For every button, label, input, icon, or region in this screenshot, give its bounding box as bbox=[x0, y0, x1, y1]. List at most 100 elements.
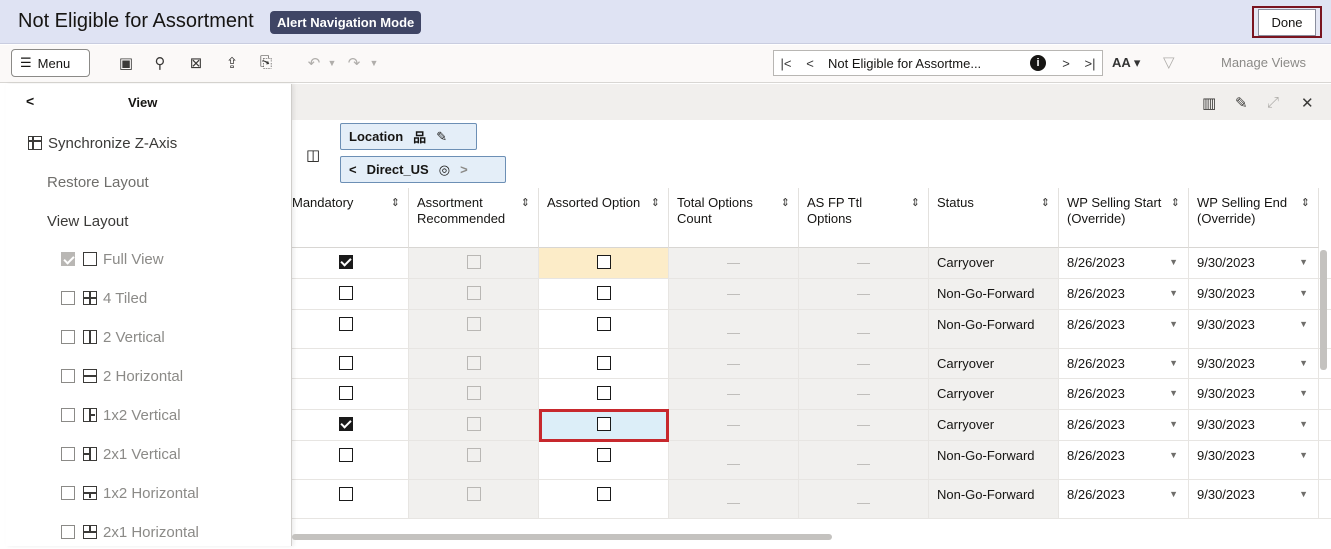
assorted-option-cell[interactable] bbox=[539, 349, 669, 378]
mandatory-cell[interactable] bbox=[284, 349, 409, 378]
dropdown-caret-icon[interactable]: ▼ bbox=[1169, 489, 1178, 499]
edit-icon[interactable]: ✎ bbox=[1235, 94, 1248, 112]
wp-selling-end-cell[interactable]: 9/30/2023 ▼ bbox=[1189, 279, 1319, 309]
mandatory-checkbox[interactable] bbox=[339, 386, 353, 400]
layout-checkbox[interactable] bbox=[61, 447, 75, 461]
mandatory-cell[interactable] bbox=[284, 410, 409, 440]
wp-selling-start-cell[interactable]: 8/26/2023 ▼ bbox=[1059, 279, 1189, 309]
last-alert-icon[interactable]: >| bbox=[1078, 56, 1102, 71]
dropdown-caret-icon[interactable]: ▼ bbox=[1299, 419, 1308, 429]
wp-selling-end-cell[interactable]: 9/30/2023 ▼ bbox=[1189, 349, 1319, 378]
column-header-assortment-recommended[interactable]: Assortment Recommended ⇕ bbox=[409, 188, 539, 248]
layout-option[interactable]: 2x1 Vertical bbox=[61, 441, 181, 467]
export-icon[interactable]: ⇪ bbox=[222, 54, 242, 72]
sort-icon[interactable]: ⇕ bbox=[781, 195, 790, 211]
vertical-scrollbar[interactable] bbox=[1320, 250, 1327, 370]
layout-checkbox[interactable] bbox=[61, 486, 75, 500]
sort-icon[interactable]: ⇕ bbox=[911, 195, 920, 211]
layout-option[interactable]: 1x2 Vertical bbox=[61, 402, 181, 428]
dropdown-caret-icon[interactable]: ▼ bbox=[1169, 288, 1178, 298]
column-header-as-fp-ttl-options[interactable]: AS FP Ttl Options ⇕ bbox=[799, 188, 929, 248]
dropdown-caret-icon[interactable]: ▼ bbox=[1169, 319, 1178, 329]
mandatory-cell[interactable] bbox=[284, 248, 409, 278]
excel-icon[interactable]: ⊠ bbox=[186, 54, 206, 72]
dropdown-caret-icon[interactable]: ▼ bbox=[1169, 450, 1178, 460]
dropdown-caret-icon[interactable]: ▼ bbox=[1169, 358, 1178, 368]
hierarchy-icon[interactable]: 品 bbox=[413, 127, 426, 146]
wp-selling-end-cell[interactable]: 9/30/2023 ▼ bbox=[1189, 310, 1319, 348]
redo-dropdown-icon[interactable]: ▼ bbox=[364, 58, 384, 68]
wp-selling-start-cell[interactable]: 8/26/2023 ▼ bbox=[1059, 441, 1189, 479]
column-header-status[interactable]: Status ⇕ bbox=[929, 188, 1059, 248]
mandatory-checkbox[interactable] bbox=[339, 356, 353, 370]
filter-icon[interactable]: ▽ bbox=[1163, 53, 1175, 71]
dropdown-caret-icon[interactable]: ▼ bbox=[1299, 288, 1308, 298]
expand-icon[interactable]: ⤢ bbox=[1267, 94, 1279, 111]
dropdown-caret-icon[interactable]: ▼ bbox=[1169, 419, 1178, 429]
chart-icon[interactable]: ▥ bbox=[1202, 94, 1216, 112]
layout-checkbox[interactable] bbox=[61, 369, 75, 383]
wp-selling-start-cell[interactable]: 8/26/2023 ▼ bbox=[1059, 349, 1189, 378]
manage-views-button[interactable]: Manage Views bbox=[1221, 55, 1306, 70]
horizontal-scrollbar[interactable] bbox=[292, 534, 832, 540]
assorted-option-cell[interactable] bbox=[539, 441, 669, 479]
close-icon[interactable]: ✕ bbox=[1301, 94, 1314, 112]
search-icon[interactable]: ⚲ bbox=[150, 54, 170, 72]
mandatory-cell[interactable] bbox=[284, 441, 409, 479]
layout-checkbox[interactable] bbox=[61, 291, 75, 305]
back-icon[interactable]: < bbox=[26, 93, 34, 109]
info-icon[interactable]: i bbox=[1030, 55, 1046, 71]
mandatory-cell[interactable] bbox=[284, 279, 409, 309]
layout-checkbox[interactable] bbox=[61, 252, 75, 266]
save-icon[interactable]: ▣ bbox=[116, 54, 136, 72]
assorted-option-checkbox[interactable] bbox=[596, 487, 611, 501]
document-export-icon[interactable]: ⎘ bbox=[256, 54, 276, 71]
wp-selling-end-cell[interactable]: 9/30/2023 ▼ bbox=[1189, 248, 1319, 278]
previous-alert-icon[interactable]: < bbox=[798, 56, 822, 71]
layout-option[interactable]: 1x2 Horizontal bbox=[61, 480, 199, 506]
mandatory-checkbox[interactable] bbox=[339, 255, 353, 269]
wp-selling-end-cell[interactable]: 9/30/2023 ▼ bbox=[1189, 410, 1319, 440]
member-selector-chip[interactable]: < Direct_US ◎ > bbox=[340, 156, 506, 183]
edit-dimension-icon[interactable]: ✎ bbox=[436, 129, 447, 145]
layout-option[interactable]: 2 Vertical bbox=[61, 324, 165, 350]
assorted-option-checkbox[interactable] bbox=[596, 448, 611, 462]
done-button[interactable]: Done bbox=[1252, 6, 1322, 38]
wp-selling-start-cell[interactable]: 8/26/2023 ▼ bbox=[1059, 480, 1189, 518]
dropdown-caret-icon[interactable]: ▼ bbox=[1299, 319, 1308, 329]
sort-icon[interactable]: ⇕ bbox=[521, 195, 530, 211]
wp-selling-end-cell[interactable]: 9/30/2023 ▼ bbox=[1189, 480, 1319, 518]
assorted-option-cell[interactable] bbox=[539, 379, 669, 409]
pivot-icon[interactable]: ◫ bbox=[306, 146, 320, 164]
column-header-total-options-count[interactable]: Total Options Count ⇕ bbox=[669, 188, 799, 248]
assorted-option-cell[interactable] bbox=[539, 248, 669, 278]
column-header-wp-selling-end[interactable]: WP Selling End (Override) ⇕ bbox=[1189, 188, 1319, 248]
dropdown-caret-icon[interactable]: ▼ bbox=[1169, 388, 1178, 398]
mandatory-cell[interactable] bbox=[284, 480, 409, 518]
mandatory-checkbox[interactable] bbox=[339, 448, 353, 462]
sort-icon[interactable]: ⇕ bbox=[1301, 195, 1310, 211]
mandatory-checkbox[interactable] bbox=[339, 317, 353, 331]
assorted-option-checkbox[interactable] bbox=[596, 255, 611, 269]
font-size-button[interactable]: AA ▾ bbox=[1112, 55, 1140, 71]
location-dimension-chip[interactable]: Location 品 ✎ bbox=[340, 123, 477, 150]
wp-selling-end-cell[interactable]: 9/30/2023 ▼ bbox=[1189, 441, 1319, 479]
layout-checkbox[interactable] bbox=[61, 408, 75, 422]
assorted-option-checkbox[interactable] bbox=[596, 386, 611, 400]
menu-button[interactable]: ☰ Menu bbox=[11, 49, 90, 77]
mandatory-checkbox[interactable] bbox=[339, 286, 353, 300]
assorted-option-checkbox[interactable] bbox=[596, 286, 611, 300]
wp-selling-start-cell[interactable]: 8/26/2023 ▼ bbox=[1059, 379, 1189, 409]
sort-icon[interactable]: ⇕ bbox=[1171, 195, 1180, 211]
dropdown-caret-icon[interactable]: ▼ bbox=[1299, 257, 1308, 267]
layout-option[interactable]: 2 Horizontal bbox=[61, 363, 183, 389]
layout-option[interactable]: 2x1 Horizontal bbox=[61, 519, 199, 545]
previous-member-icon[interactable]: < bbox=[349, 162, 357, 177]
dropdown-caret-icon[interactable]: ▼ bbox=[1299, 358, 1308, 368]
sort-icon[interactable]: ⇕ bbox=[1041, 195, 1050, 211]
dropdown-caret-icon[interactable]: ▼ bbox=[1299, 489, 1308, 499]
wp-selling-end-cell[interactable]: 9/30/2023 ▼ bbox=[1189, 379, 1319, 409]
column-header-assorted-option[interactable]: Assorted Option ⇕ bbox=[539, 188, 669, 248]
redo-icon[interactable]: ↷ bbox=[344, 54, 364, 72]
wp-selling-start-cell[interactable]: 8/26/2023 ▼ bbox=[1059, 410, 1189, 440]
